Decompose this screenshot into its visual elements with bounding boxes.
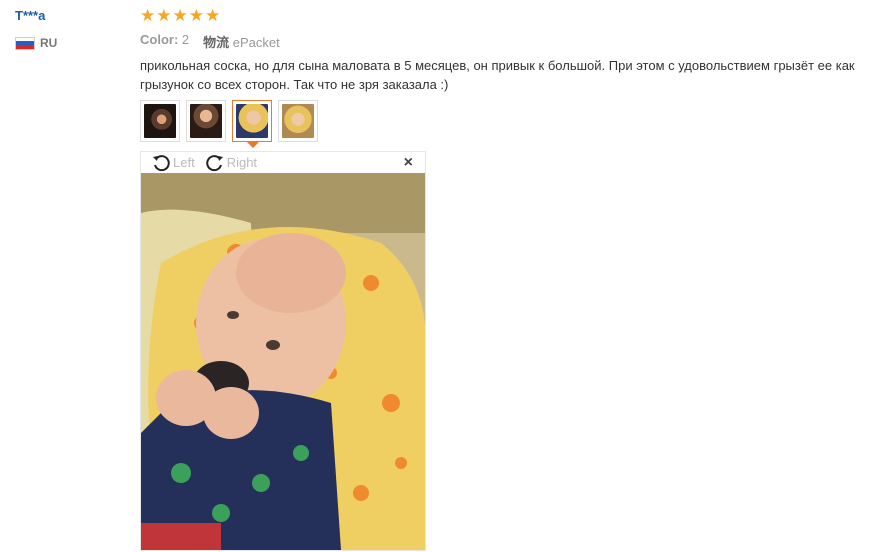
- rotate-right-label: Right: [226, 155, 258, 170]
- rotate-right-icon: [205, 154, 223, 171]
- active-thumbnail-caret: [247, 142, 259, 148]
- color-label: Color:: [140, 32, 179, 47]
- star-icon: ★: [172, 6, 188, 26]
- shipping-value: ePacket: [232, 35, 280, 50]
- rotate-left-label: Left: [173, 155, 195, 170]
- photo-thumbnails: [140, 100, 318, 148]
- photo-thumbnail-2[interactable]: [186, 100, 226, 142]
- star-icon: ★: [140, 6, 156, 26]
- review-meta: Color: 2 物流 ePacket: [140, 32, 280, 51]
- review-text: прикольная соска, но для сына маловата в…: [140, 58, 855, 92]
- country-code: RU: [40, 36, 58, 50]
- shipping-label: 物流: [203, 35, 230, 50]
- close-icon[interactable]: ×: [404, 154, 413, 172]
- shipping-info: 物流 ePacket: [203, 32, 280, 51]
- photo-thumbnail-4[interactable]: [278, 100, 318, 142]
- reviewer-country: RU: [15, 36, 57, 50]
- photo-thumbnail-3[interactable]: [232, 100, 272, 148]
- photo-viewer: Left Right ×: [140, 151, 426, 551]
- star-rating: ★ ★ ★ ★ ★: [140, 7, 220, 25]
- flag-ru-icon: [15, 36, 35, 50]
- color-value: 2: [181, 32, 190, 47]
- review-photo: [141, 173, 425, 550]
- star-icon: ★: [188, 6, 204, 26]
- reviewer-name: T***a: [15, 8, 46, 23]
- viewer-toolbar: Left Right ×: [141, 152, 425, 173]
- rotate-left-button[interactable]: Left: [151, 154, 195, 172]
- rotate-right-button[interactable]: Right: [205, 154, 257, 172]
- star-icon: ★: [156, 6, 172, 26]
- rotate-left-icon: [153, 154, 170, 171]
- color-info: Color: 2: [140, 32, 189, 51]
- photo-thumbnail-1[interactable]: [140, 100, 180, 142]
- star-icon: ★: [205, 6, 221, 26]
